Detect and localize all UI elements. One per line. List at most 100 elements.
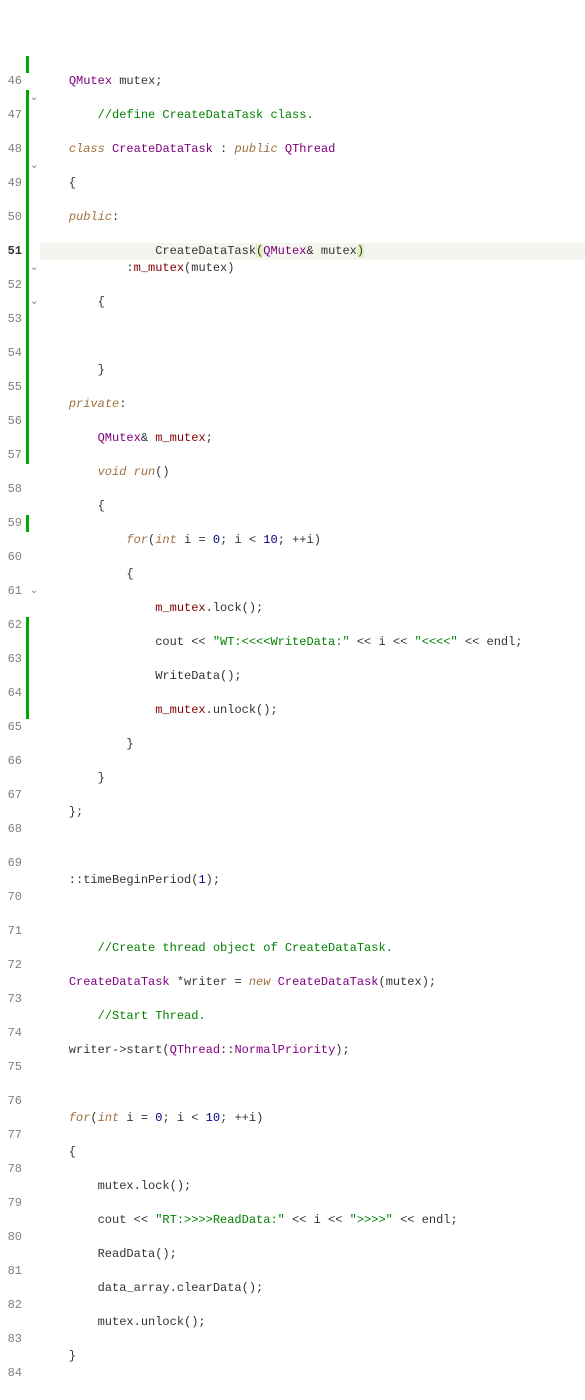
line-number: 76 <box>0 1093 22 1110</box>
fold-chevron-icon[interactable]: ⌄ <box>30 158 38 175</box>
code-line[interactable] <box>40 328 585 345</box>
code-line[interactable]: { <box>40 566 585 583</box>
code-area[interactable]: QMutex mutex; //define CreateDataTask cl… <box>38 56 585 756</box>
line-number: 61 <box>0 583 22 600</box>
change-marker-icon <box>26 685 29 702</box>
line-number: 80 <box>0 1229 22 1246</box>
line-number: 82 <box>0 1297 22 1314</box>
line-number: 46 <box>0 73 22 90</box>
code-line[interactable]: //Create thread object of CreateDataTask… <box>40 940 585 957</box>
code-line[interactable]: CreateDataTask *writer = new CreateDataT… <box>40 974 585 991</box>
change-marker-icon <box>26 345 29 362</box>
code-line[interactable]: WriteData(); <box>40 668 585 685</box>
line-number: 77 <box>0 1127 22 1144</box>
line-number: 66 <box>0 753 22 770</box>
code-line[interactable]: } <box>40 362 585 379</box>
code-line[interactable]: cout << "WT:<<<<WriteData:" << i << "<<<… <box>40 634 585 651</box>
line-number: 60 <box>0 549 22 566</box>
line-number: 78 <box>0 1161 22 1178</box>
change-marker-icon <box>26 294 29 311</box>
change-marker-icon <box>26 311 29 328</box>
change-marker-icon <box>26 226 29 243</box>
code-line[interactable]: QMutex& m_mutex; <box>40 430 585 447</box>
line-number: 73 <box>0 991 22 1008</box>
code-line[interactable] <box>40 1076 585 1093</box>
code-line[interactable]: m_mutex.lock(); <box>40 600 585 617</box>
change-marker-icon <box>26 379 29 396</box>
line-number: 69 <box>0 855 22 872</box>
line-number: 68 <box>0 821 22 838</box>
code-line[interactable]: public: <box>40 209 585 226</box>
code-line[interactable]: }; <box>40 804 585 821</box>
code-line[interactable]: //Start Thread. <box>40 1008 585 1025</box>
line-number: 85 <box>0 1399 22 1400</box>
change-marker-icon <box>26 396 29 413</box>
code-line[interactable]: mutex.unlock(); <box>40 1314 585 1331</box>
change-marker-icon <box>26 90 29 107</box>
code-line[interactable]: QMutex mutex; <box>40 73 585 90</box>
code-line[interactable]: private: <box>40 396 585 413</box>
change-marker-icon <box>26 124 29 141</box>
change-marker-icon <box>26 651 29 668</box>
code-line[interactable]: ReadData(); <box>40 1246 585 1263</box>
code-editor[interactable]: 46 47 48 49 50 51 52 53 54 55 56 57 58 5… <box>0 56 585 756</box>
change-marker-icon <box>26 260 29 277</box>
line-number: 74 <box>0 1025 22 1042</box>
change-marker-icon <box>26 328 29 345</box>
marker-gutter: ⌄ ⌄ ⌄ ⌄ ⌄ <box>26 56 38 756</box>
code-line[interactable]: m_mutex.unlock(); <box>40 702 585 719</box>
code-line[interactable]: } <box>40 1348 585 1365</box>
code-line[interactable]: data_array.clearData(); <box>40 1280 585 1297</box>
line-number: 52 <box>0 277 22 294</box>
line-number: 49 <box>0 175 22 192</box>
code-line[interactable]: mutex.lock(); <box>40 1178 585 1195</box>
fold-chevron-icon[interactable]: ⌄ <box>30 294 38 311</box>
code-line[interactable]: { <box>40 175 585 192</box>
line-number: 72 <box>0 957 22 974</box>
line-number-gutter: 46 47 48 49 50 51 52 53 54 55 56 57 58 5… <box>0 56 26 756</box>
code-line[interactable]: class CreateDataTask : public QThread <box>40 141 585 158</box>
line-number: 55 <box>0 379 22 396</box>
code-line[interactable]: { <box>40 498 585 515</box>
change-marker-icon <box>26 56 29 73</box>
code-line[interactable]: } <box>40 770 585 787</box>
line-number: 48 <box>0 141 22 158</box>
change-marker-icon <box>26 430 29 447</box>
code-line-current[interactable]: CreateDataTask(QMutex& mutex) <box>40 243 585 260</box>
line-number: 51 <box>0 243 22 260</box>
line-number: 83 <box>0 1331 22 1348</box>
code-line[interactable]: ::timeBeginPeriod(1); <box>40 872 585 889</box>
code-line[interactable]: //define CreateDataTask class. <box>40 107 585 124</box>
change-marker-icon <box>26 158 29 175</box>
code-line[interactable]: writer->start(QThread::NormalPriority); <box>40 1042 585 1059</box>
code-line[interactable]: for(int i = 0; i < 10; ++i) <box>40 1110 585 1127</box>
change-marker-icon <box>26 277 29 294</box>
fold-chevron-icon[interactable]: ⌄ <box>30 90 38 107</box>
code-line[interactable]: } <box>40 736 585 753</box>
line-number: 63 <box>0 651 22 668</box>
line-number: 79 <box>0 1195 22 1212</box>
change-marker-icon <box>26 447 29 464</box>
change-marker-icon <box>26 617 29 634</box>
code-line[interactable] <box>40 906 585 923</box>
code-line[interactable]: for(int i = 0; i < 10; ++i) <box>40 532 585 549</box>
code-line[interactable]: { <box>40 294 585 311</box>
line-number: 58 <box>0 481 22 498</box>
code-line[interactable]: { <box>40 1144 585 1161</box>
line-number: 50 <box>0 209 22 226</box>
line-number: 57 <box>0 447 22 464</box>
change-marker-icon <box>26 107 29 124</box>
code-line[interactable]: void run() <box>40 464 585 481</box>
fold-chevron-icon[interactable]: ⌄ <box>30 260 38 277</box>
code-line[interactable] <box>40 1382 585 1399</box>
fold-chevron-icon[interactable]: ⌄ <box>30 583 38 600</box>
change-marker-icon <box>26 515 29 532</box>
code-line[interactable] <box>40 838 585 855</box>
change-marker-icon <box>26 362 29 379</box>
change-marker-icon <box>26 141 29 158</box>
code-line[interactable]: cout << "RT:>>>>ReadData:" << i << ">>>>… <box>40 1212 585 1229</box>
change-marker-icon <box>26 192 29 209</box>
line-number: 59 <box>0 515 22 532</box>
code-line[interactable]: :m_mutex(mutex) <box>40 260 585 277</box>
line-number: 81 <box>0 1263 22 1280</box>
